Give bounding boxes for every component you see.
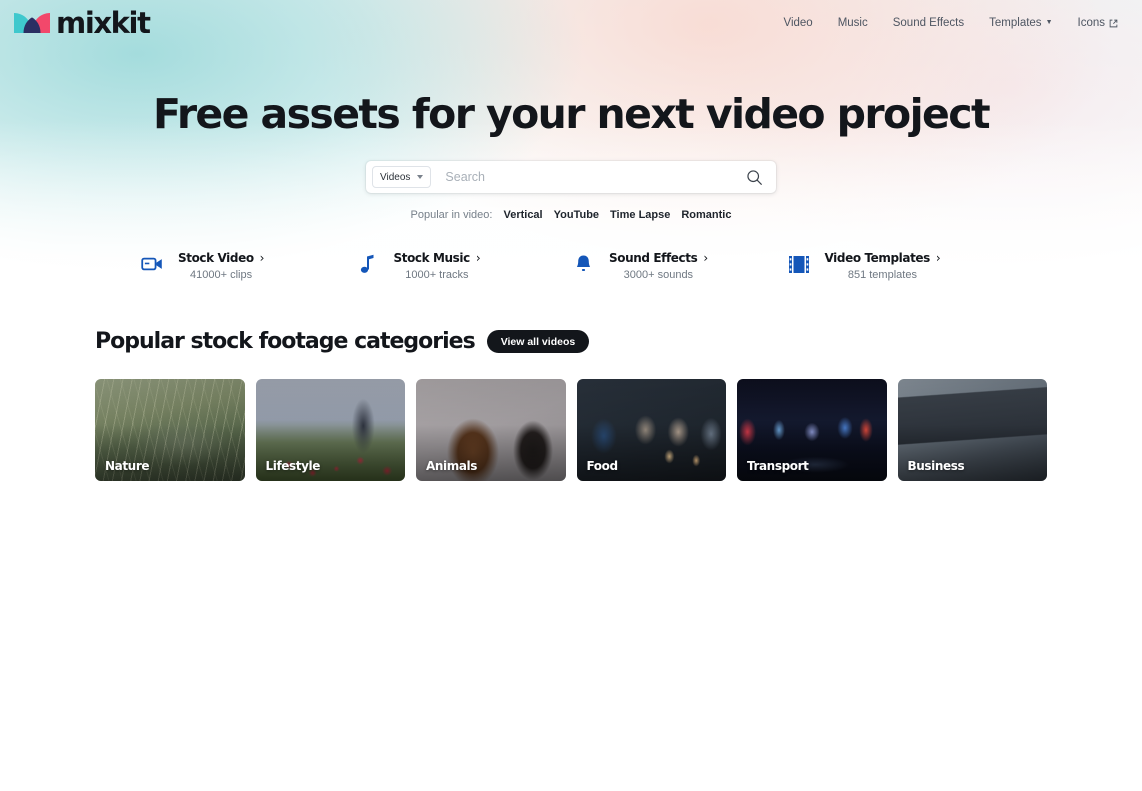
category-label: Business [907, 459, 965, 474]
shortcut-title: Stock Video › [178, 251, 265, 266]
popular-searches: Popular in video: Vertical YouTube Time … [0, 209, 1142, 221]
nav-item-video[interactable]: Video [783, 17, 812, 29]
shortcut-subtitle: 1000+ tracks [405, 269, 469, 282]
logo-home-link[interactable]: mixkit [14, 5, 151, 40]
category-card-business[interactable]: Business [897, 379, 1047, 482]
search-submit-button[interactable] [742, 165, 766, 189]
site-header: mixkit Video Music Sound Effects Templat… [0, 0, 1142, 46]
chevron-right-icon: › [475, 251, 481, 266]
mixkit-logo-icon [14, 13, 50, 33]
chevron-down-icon: ▼ [1045, 18, 1053, 26]
page-content: mixkit Video Music Sound Effects Templat… [0, 0, 1142, 482]
search-input[interactable] [431, 170, 742, 185]
category-label: Food [586, 459, 619, 474]
category-card-food[interactable]: Food [576, 379, 726, 482]
nav-item-label: Templates [989, 17, 1042, 29]
music-note-icon [356, 249, 380, 279]
nav-item-icons[interactable]: Icons [1078, 17, 1119, 29]
search-icon [746, 169, 762, 185]
popular-tag-romantic[interactable]: Romantic [681, 209, 731, 221]
popular-categories-section: Popular stock footage categories View al… [0, 329, 1142, 482]
shortcut-title: Video Templates › [825, 251, 941, 265]
popular-tag-vertical[interactable]: Vertical [503, 209, 542, 221]
shortcut-stock-video[interactable]: Stock Video › 41000+ clips [140, 249, 356, 281]
popular-label: Popular in video: [410, 209, 493, 222]
shortcut-title-text: Stock Music [393, 251, 471, 266]
category-label: Transport [747, 459, 809, 474]
popular-tag-time-lapse[interactable]: Time Lapse [610, 209, 670, 221]
nav-item-label: Sound Effects [892, 17, 965, 29]
popular-tag-youtube[interactable]: YouTube [554, 209, 599, 221]
category-card-animals[interactable]: Animals [416, 379, 566, 482]
nav-item-sound-effects[interactable]: Sound Effects [893, 17, 964, 29]
section-title: Popular stock footage categories [95, 329, 476, 355]
category-card-nature[interactable]: Nature [95, 379, 245, 482]
chevron-down-icon [417, 175, 424, 180]
page-root: mixkit Video Music Sound Effects Templat… [0, 0, 1142, 791]
nav-item-templates[interactable]: Templates ▼ [989, 17, 1052, 29]
category-label: Animals [426, 459, 478, 474]
nav-item-label: Icons [1077, 17, 1106, 29]
search-type-dropdown[interactable]: Videos [372, 166, 432, 189]
shortcut-title-text: Stock Video [178, 251, 254, 266]
shortcut-subtitle: 3000+ sounds [623, 269, 694, 282]
search-type-label: Videos [380, 171, 411, 183]
shortcut-subtitle: 851 templates [847, 269, 917, 282]
view-all-videos-button[interactable]: View all videos [486, 330, 590, 354]
external-link-icon [1109, 19, 1118, 27]
primary-nav: Video Music Sound Effects Templates ▼ Ic… [783, 17, 1126, 29]
shortcut-title-text: Video Templates [824, 251, 931, 266]
shortcut-title: Sound Effects › [609, 251, 708, 265]
asset-shortcuts: Stock Video › 41000+ clips Stock Music ›… [0, 249, 1142, 281]
shortcut-video-templates[interactable]: Video Templates › 851 templates [787, 249, 1003, 281]
category-card-lifestyle[interactable]: Lifestyle [255, 379, 405, 482]
category-label: Nature [105, 459, 150, 474]
nav-item-label: Video [783, 17, 813, 29]
nav-item-label: Music [837, 17, 868, 29]
search-bar[interactable]: Videos [366, 161, 776, 194]
shortcut-title: Stock Music › [394, 251, 481, 265]
film-strip-icon [787, 249, 811, 279]
chevron-right-icon: › [703, 251, 708, 266]
chevron-right-icon: › [935, 251, 941, 266]
hero-section: Free assets for your next video project … [0, 46, 1142, 281]
shortcut-stock-music[interactable]: Stock Music › 1000+ tracks [356, 249, 572, 281]
category-label: Lifestyle [265, 459, 321, 474]
shortcut-title-text: Sound Effects [609, 251, 698, 266]
chevron-right-icon: › [259, 251, 265, 266]
video-camera-icon [140, 249, 164, 279]
shortcut-subtitle: 41000+ clips [190, 269, 253, 282]
category-card-transport[interactable]: Transport [737, 379, 887, 482]
section-header: Popular stock footage categories View al… [95, 329, 1047, 354]
nav-item-music[interactable]: Music [838, 17, 868, 29]
category-card-grid: Nature Lifestyle Animals Food Transport … [95, 379, 1047, 482]
page-title: Free assets for your next video project [153, 90, 991, 138]
bell-icon [571, 249, 595, 279]
logo-wordmark: mixkit [56, 5, 151, 40]
shortcut-sound-effects[interactable]: Sound Effects › 3000+ sounds [571, 249, 787, 281]
